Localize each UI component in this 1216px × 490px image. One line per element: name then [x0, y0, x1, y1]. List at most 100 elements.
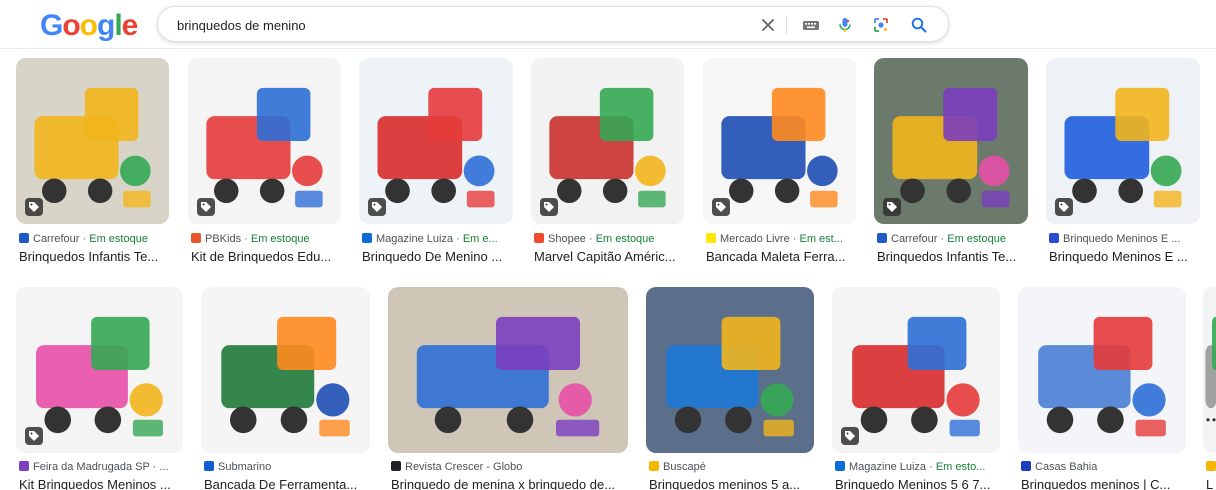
lens-icon[interactable]: [871, 15, 891, 35]
product-tag-icon: [540, 198, 558, 216]
image-result-card[interactable]: L: [1203, 287, 1216, 490]
result-title[interactable]: Brinquedos Infantis Te...: [19, 249, 168, 264]
image-result-card[interactable]: PBKids · Em estoque Kit de Brinquedos Edu…: [188, 58, 341, 269]
source-name: PBKids: [205, 233, 242, 245]
microphone-icon[interactable]: [835, 15, 855, 35]
source-favicon-icon: [204, 461, 214, 471]
result-title[interactable]: Kit Brinquedos Meninos ...: [19, 477, 182, 490]
result-thumbnail[interactable]: [188, 58, 341, 224]
result-title[interactable]: Brinquedo Meninos 5 6 7...: [835, 477, 999, 490]
product-tag-icon: [1055, 198, 1073, 216]
source-name: Brinquedo Meninos E ...: [1063, 233, 1181, 245]
source-favicon-icon: [191, 233, 201, 243]
source-name: Carrefour: [891, 233, 938, 245]
image-result-card[interactable]: Carrefour · Em estoque Brinquedos Infanti…: [16, 58, 169, 269]
result-source[interactable]: Mercado Livre · Em est...: [706, 233, 855, 245]
result-source[interactable]: [1206, 461, 1216, 473]
result-source[interactable]: Casas Bahia: [1021, 461, 1185, 473]
result-title[interactable]: Marvel Capitão Améric...: [534, 249, 683, 264]
result-title[interactable]: Brinquedo de menina x brinquedo de...: [391, 477, 627, 490]
result-source[interactable]: PBKids · Em estoque: [191, 233, 340, 245]
result-thumbnail[interactable]: [646, 287, 814, 453]
logo-letter: G: [40, 9, 63, 42]
source-name: Magazine Luiza: [376, 233, 454, 245]
source-name: Magazine Luiza: [849, 461, 927, 473]
result-source[interactable]: Carrefour · Em estoque: [877, 233, 1027, 245]
result-source[interactable]: Revista Crescer - Globo: [391, 461, 627, 473]
result-source[interactable]: Magazine Luiza · Em e...: [362, 233, 512, 245]
image-result-card[interactable]: Brinquedo Meninos E ... Brinquedo Meninos…: [1046, 58, 1200, 269]
result-thumbnail[interactable]: [16, 287, 183, 453]
result-thumbnail[interactable]: [1018, 287, 1186, 453]
product-tag-icon: [712, 198, 730, 216]
stock-status: · Em est...: [789, 233, 843, 245]
source-name: Feira da Madrugada SP · ...: [33, 461, 169, 473]
logo-letter: e: [121, 9, 139, 42]
image-result-card[interactable]: Shopee · Em estoque Marvel Capitão Améric…: [531, 58, 684, 269]
result-source[interactable]: Buscapé: [649, 461, 813, 473]
result-thumbnail[interactable]: [874, 58, 1028, 224]
result-title[interactable]: L: [1206, 477, 1216, 490]
source-name: Revista Crescer - Globo: [405, 461, 523, 473]
image-result-card[interactable]: Mercado Livre · Em est... Bancada Maleta …: [703, 58, 856, 269]
image-result-card[interactable]: Submarino Bancada De Ferramenta...: [201, 287, 370, 490]
result-title[interactable]: Brinquedos meninos 5 a...: [649, 477, 813, 490]
image-result-card[interactable]: Magazine Luiza · Em e... Brinquedo De Men…: [359, 58, 513, 269]
source-favicon-icon: [1206, 461, 1216, 471]
result-source[interactable]: Feira da Madrugada SP · ...: [19, 461, 182, 473]
search-header: Google: [0, 0, 1216, 48]
image-result-card[interactable]: Casas Bahia Brinquedos meninos | C...: [1018, 287, 1186, 490]
source-favicon-icon: [1021, 461, 1031, 471]
close-icon[interactable]: [758, 15, 778, 35]
result-source[interactable]: Carrefour · Em estoque: [19, 233, 168, 245]
result-title[interactable]: Brinquedo De Menino ...: [362, 249, 512, 264]
result-thumbnail[interactable]: [1046, 58, 1200, 224]
result-source[interactable]: Magazine Luiza · Em esto...: [835, 461, 999, 473]
logo-letter: o: [62, 9, 80, 42]
logo-letter: o: [79, 9, 98, 42]
logo-letter: g: [97, 9, 115, 42]
result-thumbnail[interactable]: [16, 58, 169, 224]
image-result-card[interactable]: Revista Crescer - Globo Brinquedo de meni…: [388, 287, 628, 490]
source-name: Casas Bahia: [1035, 461, 1098, 473]
google-logo[interactable]: Google: [40, 9, 139, 43]
result-title[interactable]: Bancada De Ferramenta...: [204, 477, 369, 490]
result-thumbnail[interactable]: [703, 58, 856, 224]
source-favicon-icon: [649, 461, 659, 471]
logo-letter: l: [114, 9, 122, 42]
result-title[interactable]: Bancada Maleta Ferra...: [706, 249, 855, 264]
source-name: Buscapé: [663, 461, 706, 473]
result-source[interactable]: Submarino: [204, 461, 369, 473]
search-divider: [786, 16, 787, 34]
result-thumbnail[interactable]: [1203, 287, 1216, 453]
image-result-card[interactable]: Magazine Luiza · Em esto... Brinquedo Men…: [832, 287, 1000, 490]
image-result-card[interactable]: Carrefour · Em estoque Brinquedos Infanti…: [874, 58, 1028, 269]
result-title[interactable]: Brinquedos Infantis Te...: [877, 249, 1027, 264]
image-result-card[interactable]: Buscapé Brinquedos meninos 5 a...: [646, 287, 814, 490]
product-tag-icon: [25, 427, 43, 445]
result-thumbnail[interactable]: [388, 287, 628, 453]
result-thumbnail[interactable]: [201, 287, 370, 453]
source-favicon-icon: [19, 233, 29, 243]
keyboard-icon[interactable]: [801, 15, 821, 35]
result-source[interactable]: Brinquedo Meninos E ...: [1049, 233, 1199, 245]
source-favicon-icon: [1049, 233, 1059, 243]
search-icon[interactable]: [909, 15, 929, 35]
source-favicon-icon: [362, 233, 372, 243]
result-thumbnail[interactable]: [359, 58, 513, 224]
search-input[interactable]: [177, 15, 737, 35]
result-thumbnail[interactable]: [832, 287, 1000, 453]
product-tag-icon: [841, 427, 859, 445]
stock-status: · Em e...: [453, 233, 498, 245]
result-title[interactable]: Brinquedos meninos | C...: [1021, 477, 1185, 490]
image-result-card[interactable]: Feira da Madrugada SP · ... Kit Brinquedo…: [16, 287, 183, 490]
source-favicon-icon: [391, 461, 401, 471]
result-source[interactable]: Shopee · Em estoque: [534, 233, 683, 245]
stock-status: · Em estoque: [241, 233, 310, 245]
product-tag-icon: [25, 198, 43, 216]
result-thumbnail[interactable]: [531, 58, 684, 224]
result-title[interactable]: Brinquedo Meninos E ...: [1049, 249, 1199, 264]
result-title[interactable]: Kit de Brinquedos Edu...: [191, 249, 340, 264]
source-name: Shopee: [548, 233, 586, 245]
source-favicon-icon: [19, 461, 29, 471]
